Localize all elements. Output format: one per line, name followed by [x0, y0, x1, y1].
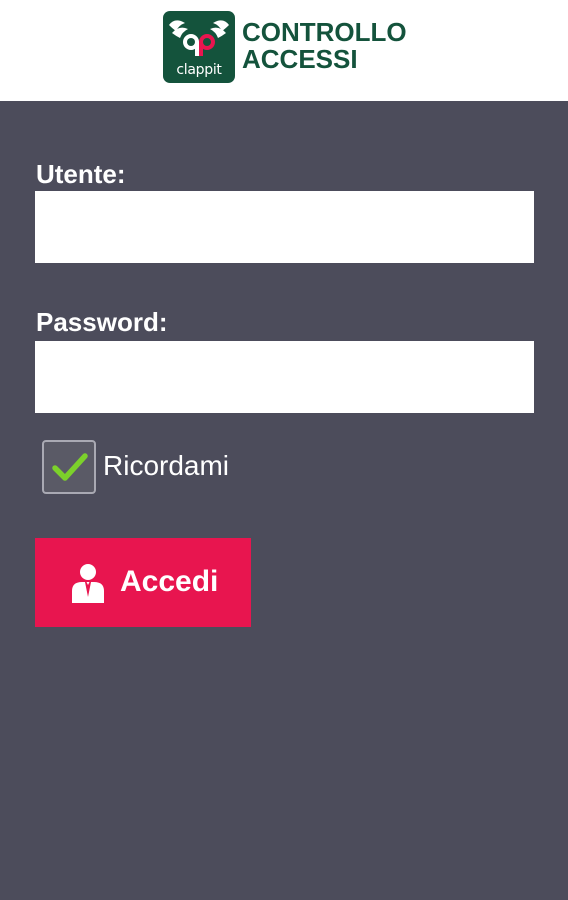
password-label: Password: [36, 307, 168, 337]
remember-me-checkbox[interactable] [42, 440, 96, 494]
clappit-logo-icon: clappit [163, 11, 235, 83]
login-button-label: Accedi [120, 565, 219, 598]
remember-me-label[interactable]: Ricordami [103, 450, 229, 482]
logo-wordmark: clappit [176, 62, 222, 78]
app-title: CONTROLLO ACCESSI [242, 19, 407, 73]
app-title-line1: CONTROLLO [242, 17, 407, 47]
username-label: Utente: [36, 159, 126, 189]
username-input[interactable] [35, 191, 534, 263]
user-icon [72, 564, 104, 603]
app-title-line2: ACCESSI [242, 44, 358, 74]
app-header: clappit CONTROLLO ACCESSI [0, 0, 568, 101]
password-input[interactable] [35, 341, 534, 413]
checkmark-icon [52, 453, 88, 481]
login-button[interactable]: Accedi [35, 538, 251, 627]
